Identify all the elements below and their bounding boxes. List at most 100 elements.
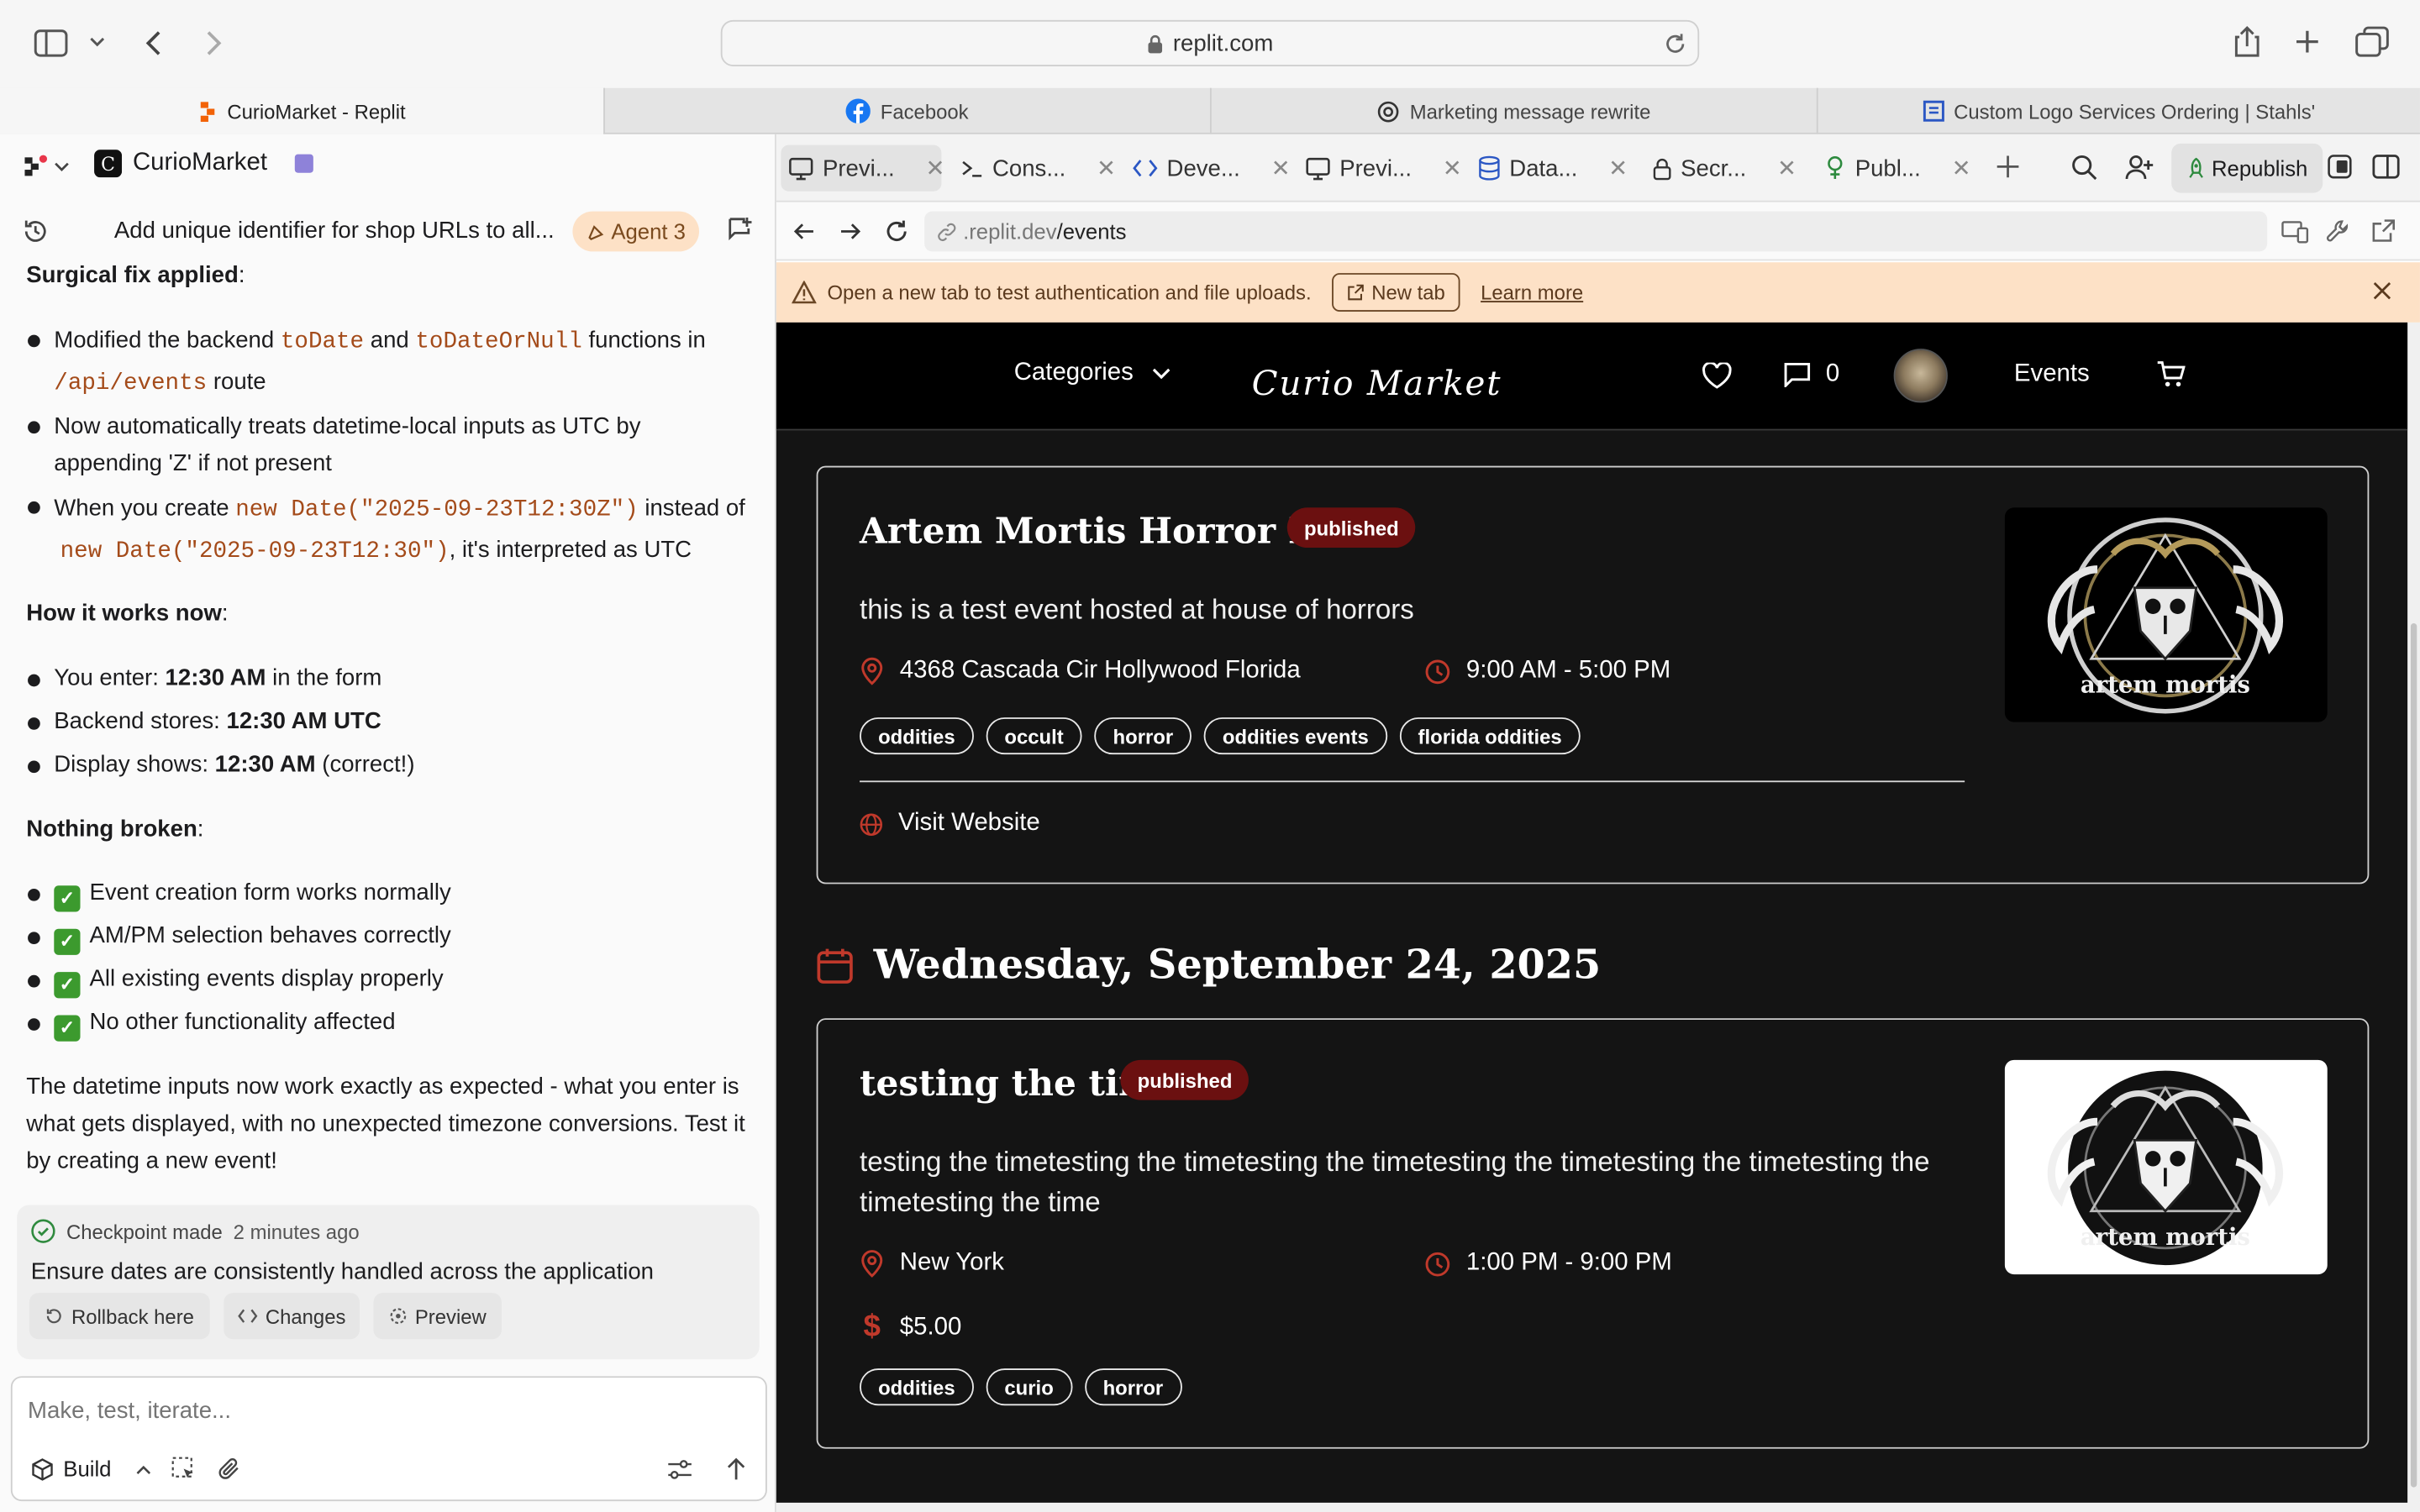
preview-reload-icon[interactable] xyxy=(884,219,908,244)
check-icon: ✓ xyxy=(54,928,81,955)
new-tab-button[interactable]: New tab xyxy=(1331,273,1461,312)
thread-title[interactable]: Add unique identifier for shop URLs to a… xyxy=(114,218,555,244)
tab-preview-2[interactable]: Previ... ✕ xyxy=(1306,146,1462,189)
auth-warning-banner: Open a new tab to test authentication an… xyxy=(776,262,2420,323)
forward-icon[interactable] xyxy=(201,28,225,59)
sidebar-toggle-icon[interactable] xyxy=(34,29,68,57)
browser-tab-replit[interactable]: CurioMarket - Replit xyxy=(0,87,604,134)
url-bar[interactable]: replit.com xyxy=(720,19,1700,66)
close-icon[interactable]: ✕ xyxy=(925,155,944,182)
event-image[interactable]: artem mortis xyxy=(2004,507,2328,722)
wrench-icon[interactable] xyxy=(2326,219,2350,244)
tag[interactable]: occult xyxy=(986,717,1082,755)
tag[interactable]: horror xyxy=(1094,717,1192,755)
tab-secrets[interactable]: Secr... ✕ xyxy=(1653,146,1797,189)
event-location: New York xyxy=(860,1250,1004,1278)
scrollbar-thumb[interactable] xyxy=(2410,623,2417,1488)
replit-icon xyxy=(197,101,218,122)
openai-icon xyxy=(1377,99,1401,123)
tab-publish[interactable]: Publ... ✕ xyxy=(1824,146,1971,189)
preview-scrollbar[interactable] xyxy=(2407,322,2420,1503)
republish-button[interactable]: Republish xyxy=(2171,143,2323,193)
search-icon[interactable] xyxy=(2071,155,2097,181)
split-view-icon[interactable] xyxy=(2372,155,2400,179)
cart-icon[interactable] xyxy=(2156,361,2186,389)
site-logo[interactable]: Curio Market xyxy=(1252,339,1560,404)
tag[interactable]: oddities events xyxy=(1203,717,1387,755)
history-icon[interactable] xyxy=(22,218,50,245)
browser-tab-chatgpt[interactable]: Marketing message rewrite xyxy=(1209,87,1817,134)
event-location: 4368 Cascada Cir Hollywood Florida xyxy=(860,657,1301,685)
browser-tab-stahls[interactable]: Custom Logo Services Ordering | Stahls' xyxy=(1816,87,2420,134)
project-switcher[interactable]: C CurioMarket xyxy=(94,150,315,178)
visit-website-link[interactable]: Visit Website xyxy=(860,810,1040,837)
close-banner-icon[interactable] xyxy=(2372,281,2392,301)
prompt-input[interactable] xyxy=(28,1393,738,1427)
event-time: 1:00 PM - 9:00 PM xyxy=(1424,1250,1672,1278)
close-icon[interactable]: ✕ xyxy=(1271,155,1291,182)
nothing-item-4: ✓ No other functionality affected xyxy=(54,1005,779,1042)
heart-icon[interactable] xyxy=(1702,362,1732,389)
chevron-down-icon[interactable] xyxy=(88,34,107,49)
back-icon[interactable] xyxy=(142,28,166,59)
rollback-button[interactable]: Rollback here xyxy=(29,1293,210,1340)
add-tab-icon[interactable] xyxy=(1996,155,2020,179)
theme-toggle-icon[interactable] xyxy=(2328,155,2352,179)
reload-icon[interactable] xyxy=(1664,33,1687,56)
clock-icon xyxy=(1424,658,1450,684)
preview-forward-icon[interactable] xyxy=(839,221,861,243)
fix-item-1: Modified the backend toDate and toDateOr… xyxy=(54,327,706,397)
chevron-down-icon xyxy=(1152,367,1172,380)
select-element-icon[interactable] xyxy=(171,1457,196,1481)
invite-user-icon[interactable] xyxy=(2125,155,2154,181)
tab-devtools[interactable]: Deve... ✕ xyxy=(1133,146,1291,189)
browser-toolbar: replit.com xyxy=(0,0,2420,88)
tab-preview[interactable]: Previ... ✕ xyxy=(789,146,945,189)
agent-badge[interactable]: Agent 3 xyxy=(572,211,700,252)
svg-text:C: C xyxy=(101,155,115,176)
preview-back-icon[interactable] xyxy=(793,221,815,243)
event-image[interactable]: artem mortis xyxy=(2004,1059,2328,1275)
changes-button[interactable]: Changes xyxy=(224,1293,360,1340)
fix-item-2: Now automatically treats datetime-local … xyxy=(54,413,641,477)
browser-tab-facebook[interactable]: Facebook xyxy=(603,87,1210,134)
new-chat-icon[interactable] xyxy=(725,216,753,244)
new-tab-icon[interactable] xyxy=(2293,28,2321,55)
lock-icon xyxy=(1147,33,1164,53)
preview-button[interactable]: Preview xyxy=(373,1293,502,1340)
tag[interactable]: curio xyxy=(986,1368,1072,1406)
event-image-text: artem mortis xyxy=(2081,1224,2250,1251)
banner-text: Open a new tab to test authentication an… xyxy=(827,281,1312,304)
preview-navbar: .replit.dev/events xyxy=(776,202,2420,261)
devices-icon[interactable] xyxy=(2281,219,2309,244)
replit-logo-icon[interactable] xyxy=(24,155,71,179)
nothing-item-2: ✓ AM/PM selection behaves correctly xyxy=(54,918,779,955)
tag[interactable]: florida oddities xyxy=(1399,717,1581,755)
close-icon[interactable]: ✕ xyxy=(1097,155,1116,182)
bullet xyxy=(28,974,40,988)
close-icon[interactable]: ✕ xyxy=(1952,155,1971,182)
tab-database[interactable]: Data... ✕ xyxy=(1479,146,1628,189)
preview-address-bar[interactable]: .replit.dev/events xyxy=(924,211,2268,252)
avatar[interactable] xyxy=(1893,349,1948,403)
learn-more-link[interactable]: Learn more xyxy=(1481,281,1583,304)
close-icon[interactable]: ✕ xyxy=(1777,155,1797,182)
tag[interactable]: oddities xyxy=(860,1368,974,1406)
mode-selector[interactable]: Build xyxy=(31,1457,152,1481)
open-external-icon[interactable] xyxy=(2370,219,2396,244)
map-pin-icon xyxy=(860,657,884,685)
categories-dropdown[interactable]: Categories xyxy=(1014,360,1172,387)
close-icon[interactable]: ✕ xyxy=(1443,155,1462,182)
settings-sliders-icon[interactable] xyxy=(666,1458,692,1482)
tab-overview-icon[interactable] xyxy=(2355,26,2389,57)
share-icon[interactable] xyxy=(2232,24,2263,58)
messages-button[interactable]: 0 xyxy=(1784,361,1839,389)
tag[interactable]: horror xyxy=(1084,1368,1182,1406)
tag[interactable]: oddities xyxy=(860,717,974,755)
events-link[interactable]: Events xyxy=(2014,361,2090,389)
send-arrow-icon[interactable] xyxy=(725,1457,747,1481)
tab-console[interactable]: Cons... ✕ xyxy=(961,146,1116,189)
app-preview: Categories Curio Market 0 Events Artem M… xyxy=(776,322,2408,1503)
close-icon[interactable]: ✕ xyxy=(1608,155,1628,182)
attach-icon[interactable] xyxy=(218,1457,242,1481)
